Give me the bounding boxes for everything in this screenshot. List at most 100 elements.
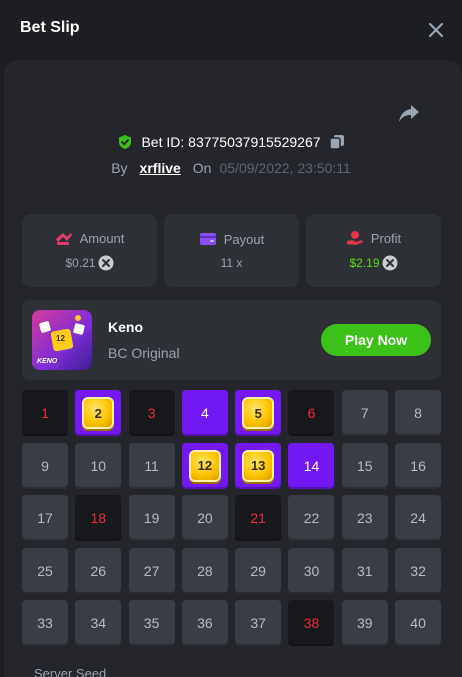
cell-number: 34 — [90, 615, 107, 631]
thumb-title: KENO — [37, 358, 58, 365]
cell-number: 36 — [197, 615, 213, 631]
cell-number: 16 — [410, 457, 426, 474]
game-subtitle: BC Original — [108, 345, 180, 361]
cell-number: 25 — [37, 562, 53, 579]
keno-cell: 8 — [395, 390, 442, 436]
cell-number: 14 — [303, 457, 320, 474]
keno-cell: 34 — [75, 600, 122, 646]
bet-slip-header: Bet Slip — [0, 0, 462, 60]
keno-cell: 33 — [22, 600, 68, 646]
keno-cell: 22 — [288, 495, 335, 541]
cell-number: 26 — [90, 562, 107, 579]
cell-number: 11 — [144, 457, 159, 474]
gem-icon: 12 — [188, 449, 221, 482]
profit-label: Profit — [370, 230, 402, 246]
gem-icon: 2 — [82, 397, 115, 429]
thumb-badge: 12 — [56, 334, 65, 343]
payout-stat: Payout 11 x — [164, 214, 299, 287]
profit-value: $2.19 — [349, 256, 380, 270]
cell-number: 12 — [197, 458, 213, 473]
keno-cell: 38 — [288, 600, 335, 646]
amount-value: $0.21 — [65, 256, 96, 270]
gem-icon: 5 — [242, 397, 275, 429]
keno-cell: 25 — [22, 547, 68, 594]
cell-number: 37 — [250, 615, 266, 631]
keno-cell: 31 — [341, 547, 388, 594]
cell-number: 15 — [356, 457, 373, 474]
keno-cell: 12 — [181, 442, 228, 489]
username-link[interactable]: xrflive — [140, 160, 181, 176]
amount-label: Amount — [79, 230, 125, 246]
server-seed-label: Server Seed — [34, 666, 107, 677]
amount-stat: Amount $0.21 — [22, 214, 157, 287]
bet-stats: Amount $0.21 Payout 11 x Profit $2.19 — [22, 214, 441, 287]
game-name[interactable]: Keno — [108, 319, 143, 335]
bet-id: Bet ID: 83775037915529267 — [141, 134, 321, 150]
shield-check-icon — [119, 135, 132, 149]
cell-number: 39 — [356, 615, 373, 631]
cell-number: 1 — [41, 405, 49, 421]
amount-icon — [55, 233, 72, 245]
bet-meta-row: By xrflive On 05/09/2022, 23:50:11 — [0, 156, 462, 180]
gem-icon: 13 — [242, 449, 275, 482]
cell-number: 35 — [143, 615, 160, 631]
cell-number: 24 — [410, 510, 426, 526]
keno-cell: 20 — [181, 495, 228, 541]
keno-cell: 39 — [341, 600, 388, 646]
cell-number: 31 — [356, 562, 373, 579]
keno-game-thumbnail[interactable]: 12 KENO — [32, 310, 92, 370]
keno-cell: 28 — [181, 547, 228, 594]
close-icon[interactable] — [426, 20, 446, 40]
keno-cell: 23 — [341, 495, 388, 541]
copy-icon[interactable] — [328, 134, 345, 150]
keno-cell: 3 — [128, 390, 175, 436]
bet-id-row: Bet ID: 83775037915529267 — [0, 130, 462, 154]
keno-cell: 14 — [288, 442, 335, 489]
keno-cell: 30 — [288, 547, 335, 594]
keno-cell: 35 — [128, 600, 175, 646]
keno-cell: 36 — [181, 600, 228, 646]
keno-cell: 18 — [75, 495, 122, 541]
cell-number: 13 — [250, 458, 266, 473]
cell-number: 17 — [37, 510, 53, 526]
cell-number: 18 — [90, 510, 107, 526]
keno-cell: 27 — [128, 547, 175, 594]
cell-number: 30 — [303, 562, 320, 579]
cell-number: 33 — [37, 615, 53, 631]
keno-cell: 17 — [22, 495, 68, 541]
cell-number: 28 — [197, 562, 213, 579]
keno-cell: 37 — [235, 600, 282, 646]
keno-cell: 15 — [341, 442, 388, 489]
keno-cell: 16 — [395, 442, 442, 489]
cell-number: 7 — [360, 405, 369, 421]
cell-number: 5 — [254, 405, 262, 421]
play-now-button[interactable]: Play Now — [321, 324, 431, 356]
keno-cell: 13 — [235, 442, 282, 489]
cell-number: 4 — [200, 405, 209, 421]
currency-coin-icon — [98, 255, 114, 271]
cell-number: 40 — [410, 615, 426, 631]
cell-number: 6 — [307, 405, 316, 421]
keno-cell: 11 — [128, 442, 175, 489]
profit-stat: Profit $2.19 — [306, 214, 441, 287]
keno-cell: 2 — [75, 390, 122, 436]
cell-number: 23 — [356, 510, 373, 526]
game-card: 12 KENO Keno BC Original Play Now — [22, 300, 441, 380]
payout-value: 11 x — [220, 256, 243, 270]
cell-number: 32 — [410, 562, 426, 579]
keno-cell: 24 — [395, 495, 442, 541]
keno-cell: 10 — [75, 442, 122, 489]
cell-number: 3 — [147, 405, 156, 421]
keno-cell: 6 — [288, 390, 335, 436]
keno-cell: 4 — [181, 390, 228, 436]
cell-number: 21 — [250, 510, 266, 526]
share-icon[interactable] — [398, 102, 420, 124]
keno-cell: 9 — [22, 442, 68, 489]
keno-cell: 26 — [75, 547, 122, 594]
cell-number: 29 — [250, 562, 266, 579]
cell-number: 2 — [94, 405, 102, 421]
currency-coin-icon — [382, 255, 398, 271]
cell-number: 20 — [197, 510, 213, 526]
wallet-icon — [199, 233, 216, 245]
cell-number: 10 — [90, 457, 107, 474]
